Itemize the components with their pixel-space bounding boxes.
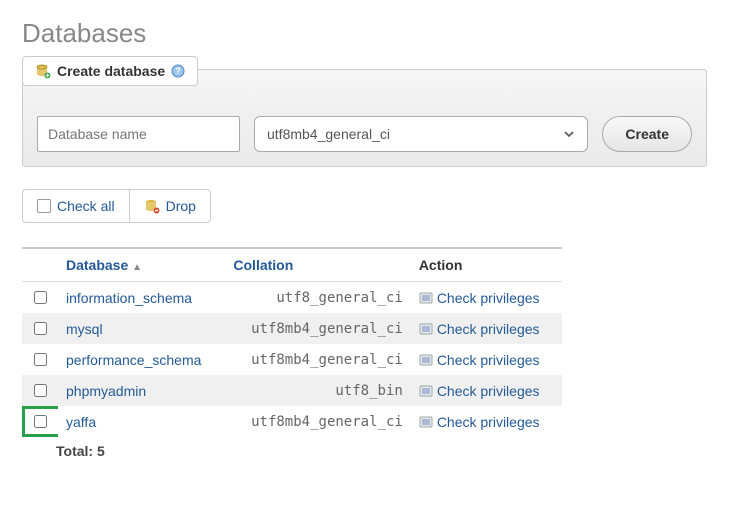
table-header-row: Database ▲ Collation Action — [22, 248, 562, 282]
checkbox-icon — [37, 199, 51, 213]
collation-select-value: utf8mb4_general_ci — [267, 126, 390, 142]
collation-value: utf8mb4_general_ci — [233, 321, 402, 337]
row-checkbox[interactable] — [34, 415, 47, 428]
collation-select[interactable]: utf8mb4_general_ci — [254, 116, 588, 152]
collation-value: utf8mb4_general_ci — [233, 352, 402, 368]
database-link[interactable]: phpmyadmin — [66, 383, 146, 399]
svg-text:?: ? — [175, 66, 181, 76]
header-database[interactable]: Database ▲ — [58, 248, 225, 282]
collation-value: utf8_general_ci — [233, 290, 402, 306]
row-checkbox[interactable] — [34, 291, 47, 304]
row-checkbox[interactable] — [34, 353, 47, 366]
database-link[interactable]: information_schema — [66, 290, 192, 306]
table-row: yaffa utf8mb4_general_ci Check privileges — [22, 406, 562, 437]
create-database-label: Create database — [57, 63, 165, 79]
collation-value: utf8mb4_general_ci — [233, 414, 402, 430]
create-database-panel: Create database ? utf8mb4_general_ci Cre… — [22, 69, 707, 167]
chevron-down-icon — [563, 128, 575, 140]
table-row: mysql utf8mb4_general_ci Check privileges — [22, 313, 562, 344]
header-collation[interactable]: Collation — [225, 248, 410, 282]
database-add-icon — [35, 63, 51, 79]
database-link[interactable]: yaffa — [66, 414, 96, 430]
header-action: Action — [411, 248, 562, 282]
create-database-tab: Create database ? — [22, 56, 198, 86]
row-checkbox[interactable] — [34, 322, 47, 335]
table-row: information_schema utf8_general_ci Check p… — [22, 282, 562, 314]
privileges-icon — [419, 353, 433, 367]
check-privileges-link[interactable]: Check privileges — [419, 352, 554, 368]
page-title: Databases — [22, 18, 707, 49]
create-database-form: utf8mb4_general_ci Create — [37, 116, 692, 152]
help-icon[interactable]: ? — [171, 64, 185, 78]
privileges-label: Check privileges — [437, 352, 540, 368]
privileges-label: Check privileges — [437, 414, 540, 430]
check-privileges-link[interactable]: Check privileges — [419, 383, 554, 399]
row-checkbox[interactable] — [34, 384, 47, 397]
privileges-icon — [419, 291, 433, 305]
privileges-icon — [419, 322, 433, 336]
table-toolbar: Check all Drop — [22, 189, 707, 223]
database-name-input[interactable] — [37, 116, 240, 152]
check-privileges-link[interactable]: Check privileges — [419, 321, 554, 337]
table-row: phpmyadmin utf8_bin Check privileges — [22, 375, 562, 406]
total-count: Total: 5 — [56, 443, 707, 459]
drop-button[interactable]: Drop — [129, 189, 211, 223]
create-button[interactable]: Create — [602, 116, 692, 152]
privileges-label: Check privileges — [437, 290, 540, 306]
check-all-button[interactable]: Check all — [22, 189, 130, 223]
check-privileges-link[interactable]: Check privileges — [419, 290, 554, 306]
check-privileges-link[interactable]: Check privileges — [419, 414, 554, 430]
collation-value: utf8_bin — [233, 383, 402, 399]
database-link[interactable]: performance_schema — [66, 352, 201, 368]
drop-label: Drop — [166, 198, 196, 214]
privileges-label: Check privileges — [437, 321, 540, 337]
table-row: performance_schema utf8mb4_general_ci Chec… — [22, 344, 562, 375]
drop-icon — [144, 198, 160, 214]
database-link[interactable]: mysql — [66, 321, 103, 337]
sort-asc-icon: ▲ — [132, 262, 142, 273]
privileges-icon — [419, 415, 433, 429]
check-all-label: Check all — [57, 198, 115, 214]
privileges-label: Check privileges — [437, 383, 540, 399]
privileges-icon — [419, 384, 433, 398]
database-table: Database ▲ Collation Action information_… — [22, 247, 562, 437]
